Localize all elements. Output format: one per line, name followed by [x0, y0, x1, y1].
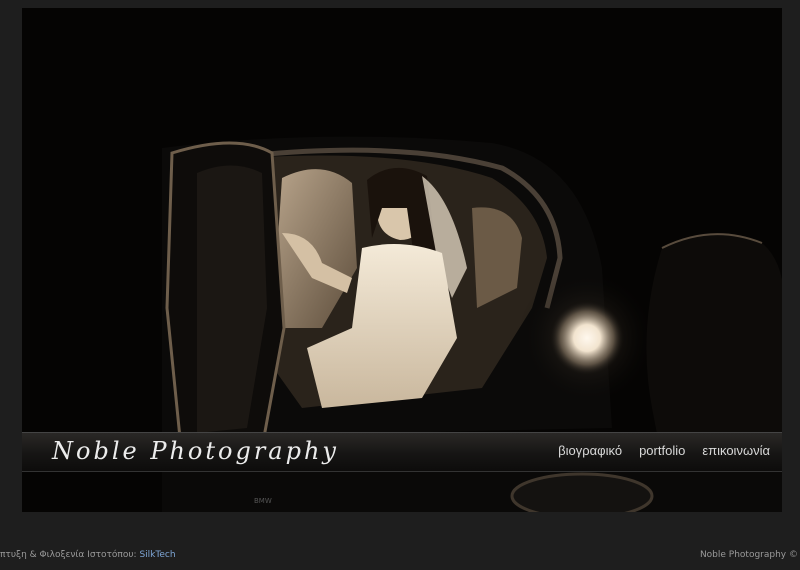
- nav-item-portfolio[interactable]: portfolio: [639, 443, 685, 458]
- site-logo[interactable]: Noble Photography: [52, 437, 339, 465]
- nav-item-biography[interactable]: βιογραφικό: [558, 443, 622, 458]
- main-menu: βιογραφικό portfolio επικοινωνία: [558, 443, 770, 458]
- footer-credit-text: πτυξη & Φιλοξενία Ιστοτόπου:: [0, 550, 140, 560]
- car-badge: BMW: [254, 497, 272, 505]
- navigation-bar: Noble Photography βιογραφικό portfolio ε…: [22, 432, 782, 472]
- footer-credit: πτυξη & Φιλοξενία Ιστοτόπου: SilkTech: [0, 550, 176, 560]
- nav-item-contact[interactable]: επικοινωνία: [702, 443, 770, 458]
- footer-credit-link[interactable]: SilkTech: [139, 550, 175, 560]
- hero-photo: BMW Noble Photography βιογραφικό portfol…: [22, 8, 782, 512]
- footer-copyright: Noble Photography ©: [699, 550, 798, 560]
